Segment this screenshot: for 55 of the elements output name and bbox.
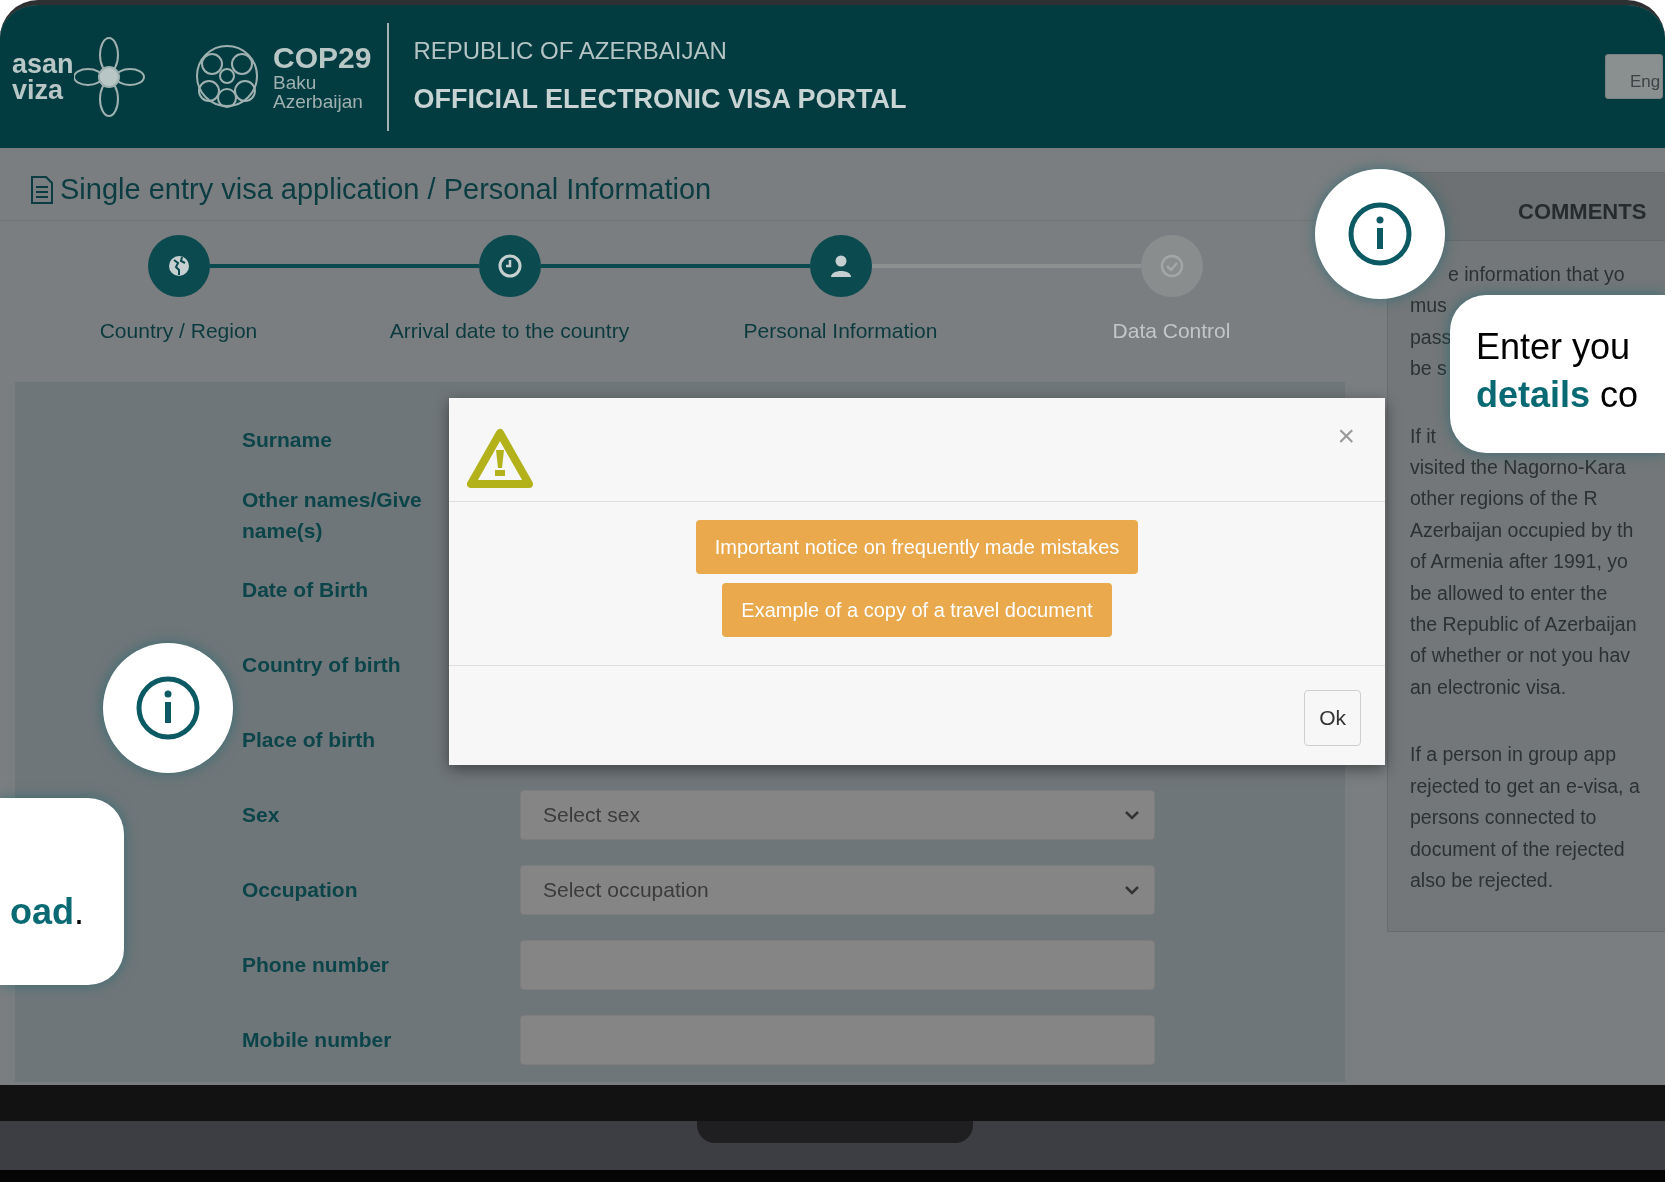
- page-title: Single entry visa application / Personal Information: [60, 172, 712, 207]
- info-icon: [135, 675, 201, 741]
- document-icon: [30, 174, 54, 205]
- comment-text: the Republic of Azerbaijan: [1410, 612, 1637, 638]
- comment-text: rejected to get an e-visa, a: [1410, 773, 1640, 799]
- warning-icon: [467, 428, 533, 490]
- info-icon: [1347, 201, 1413, 267]
- comment-text: If it: [1410, 423, 1436, 449]
- clock-icon: [496, 252, 523, 279]
- event-logo-subtitle: Baku Azerbaijan: [273, 72, 364, 111]
- notice-button[interactable]: Important notice on frequently made mistakes: [695, 520, 1139, 574]
- step-label: Arrival date to the country: [389, 317, 630, 344]
- select-field[interactable]: Select occupation: [520, 864, 1155, 915]
- comment-text: of Armenia after 1991, yo: [1410, 549, 1628, 575]
- language-button[interactable]: Eng: [1605, 54, 1663, 99]
- event-logo-title: COP29: [273, 42, 372, 73]
- comment-text: also be rejected.: [1410, 867, 1554, 893]
- comment-text: be s: [1410, 356, 1447, 382]
- close-button[interactable]: ×: [1331, 420, 1361, 452]
- step-label: Country / Region: [99, 317, 258, 344]
- field-label: Occupation: [242, 877, 359, 903]
- callout-text: Enter you details co: [1476, 325, 1640, 417]
- notice-button[interactable]: Example of a copy of a travel document: [722, 583, 1112, 637]
- comment-text: Azerbaijan occupied by th: [1410, 517, 1634, 543]
- comment-text: an electronic visa.: [1410, 674, 1567, 700]
- field-label: Sex: [242, 802, 281, 828]
- field-label: Phone number: [242, 952, 390, 978]
- chevron-down-icon: [1124, 809, 1140, 820]
- comment-text: If a person in group app: [1410, 742, 1616, 768]
- portal-subtitle: REPUBLIC OF AZERBAIJAN: [413, 36, 728, 67]
- field-label: Country of birth: [242, 652, 402, 678]
- comment-text: e information that yo: [1448, 262, 1625, 287]
- ok-button[interactable]: Ok: [1304, 690, 1361, 746]
- check-circle-icon: [1158, 252, 1185, 279]
- flower-logo-icon: [73, 36, 146, 117]
- field-label: Other names/Give name(s): [242, 486, 423, 544]
- comment-text: other regions of the R: [1410, 486, 1598, 512]
- comment-text: persons connected to: [1410, 805, 1597, 831]
- comment-text: of whether or not you hav: [1410, 643, 1631, 669]
- field-label: Surname: [242, 427, 333, 453]
- callout-text: oad.: [8, 890, 84, 934]
- chevron-down-icon: [1124, 884, 1140, 895]
- field-label: Date of Birth: [242, 577, 369, 603]
- comment-text: be allowed to enter the: [1410, 580, 1608, 606]
- field-label: Mobile number: [242, 1027, 393, 1053]
- comment-text: document of the rejected: [1410, 836, 1625, 862]
- select-field[interactable]: Select sex: [520, 789, 1155, 840]
- field-label: Place of birth: [242, 727, 377, 753]
- step-label: Data Control: [1112, 317, 1231, 344]
- step-label: Personal Information: [743, 317, 938, 344]
- comment-text: pass: [1410, 324, 1452, 350]
- comment-text: visited the Nagorno-Kara: [1410, 455, 1626, 481]
- portal-title: OFFICIAL ELECTRONIC VISA PORTAL: [413, 83, 907, 117]
- comment-text: mus: [1410, 293, 1447, 319]
- logo-text: asan viza: [12, 50, 74, 103]
